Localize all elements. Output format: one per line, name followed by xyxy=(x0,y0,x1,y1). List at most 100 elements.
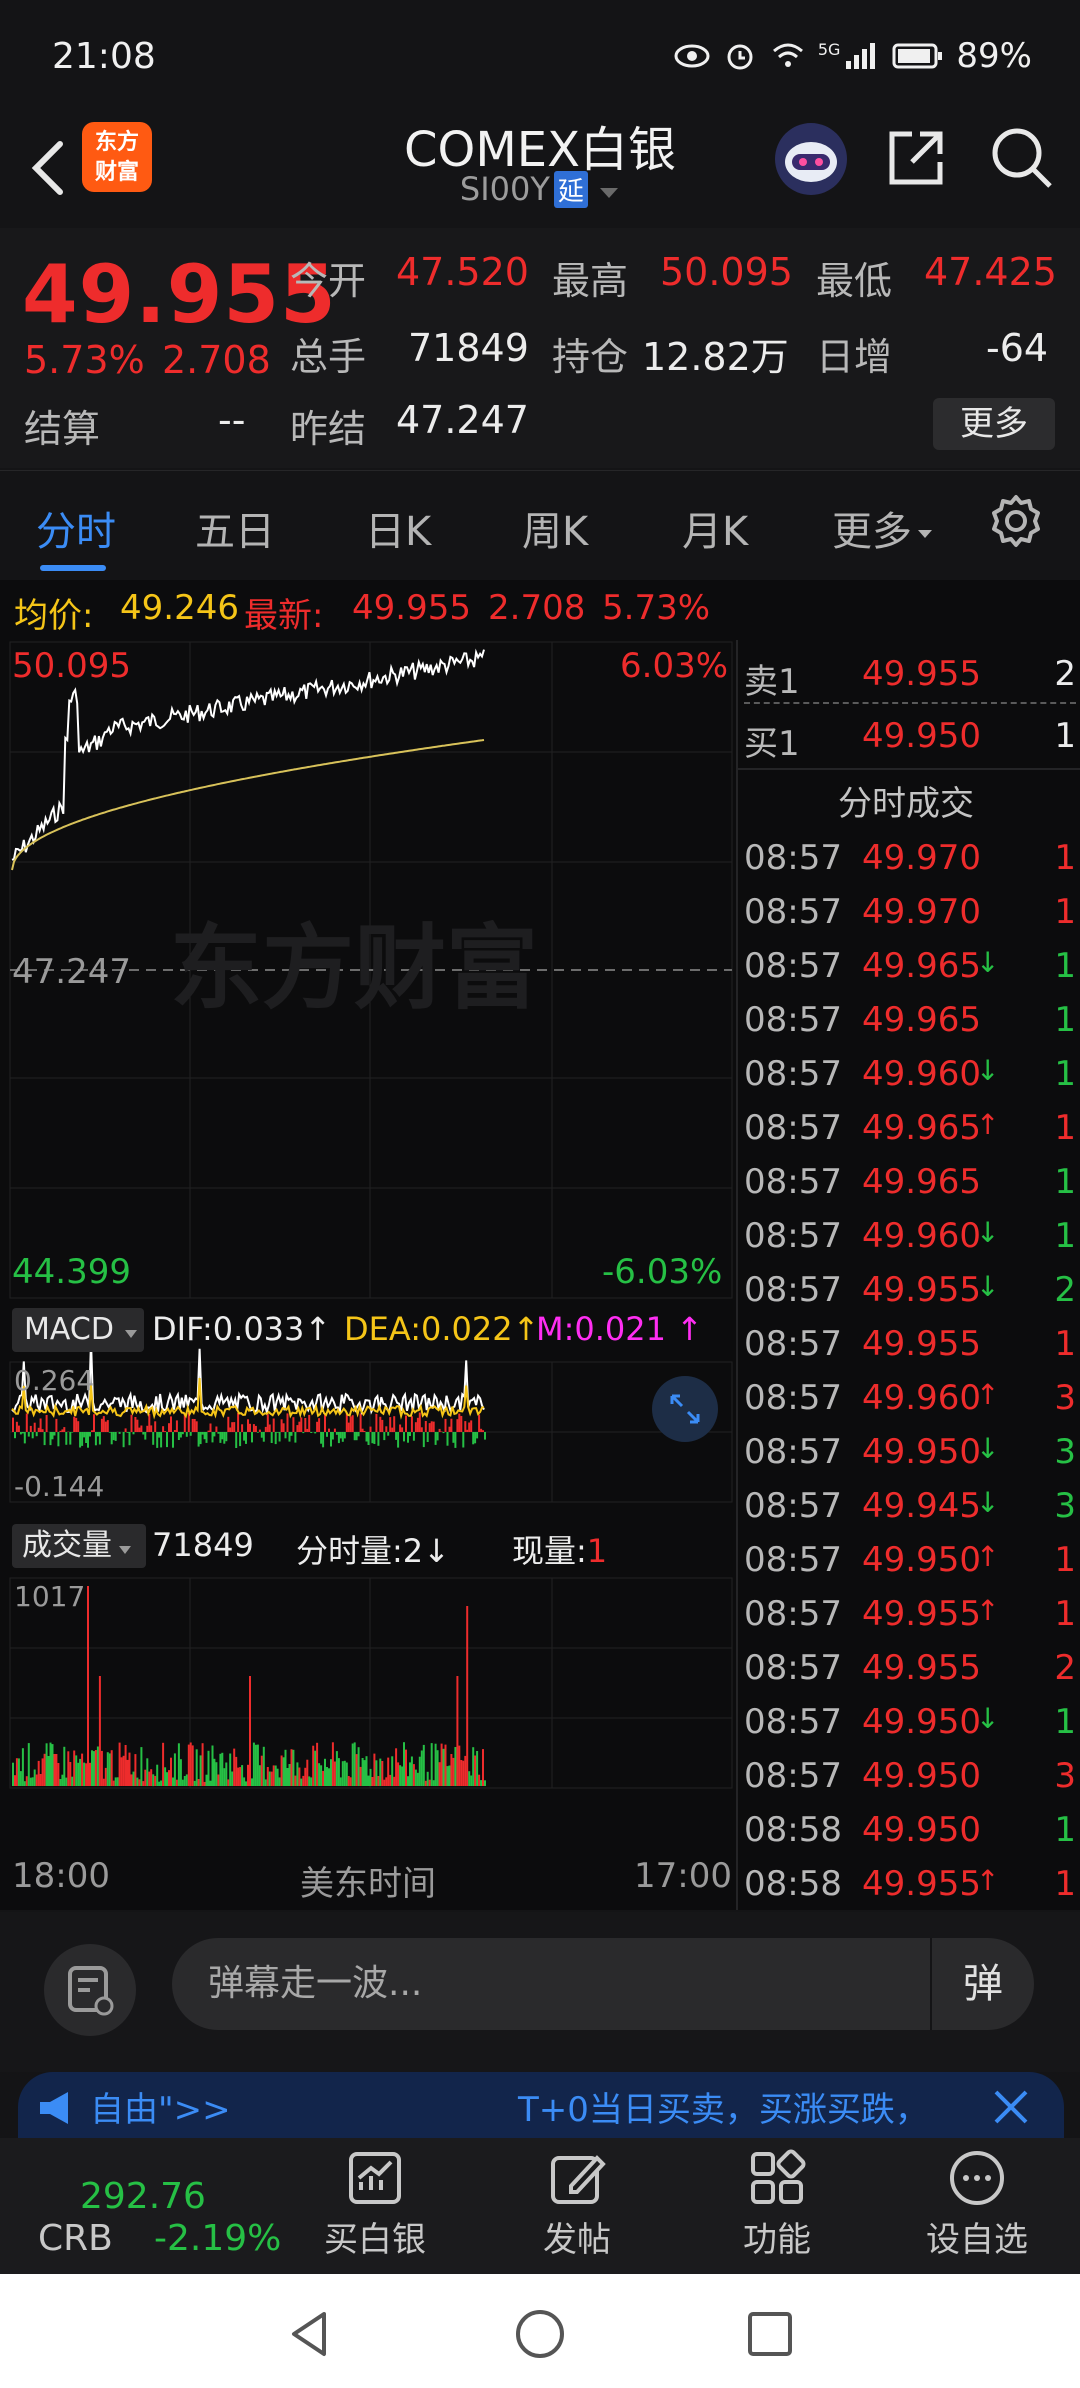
trade-time: 08:58 xyxy=(744,1864,842,1904)
order-book-panel[interactable]: 卖1 49.955 2 买1 49.950 1 分时成交 08:57 49.970… xyxy=(736,640,1080,1910)
macd-bar xyxy=(75,1417,78,1432)
trade-row: 08:58 49.950 1 xyxy=(738,1804,1080,1858)
macd-bar xyxy=(185,1432,188,1437)
volume-bar xyxy=(446,1766,449,1786)
chart-settings-button[interactable] xyxy=(988,493,1044,549)
macd-bar xyxy=(89,1432,91,1437)
macd-bar xyxy=(436,1432,439,1441)
macd-bar xyxy=(241,1424,244,1432)
macd-bar xyxy=(249,1423,251,1432)
intraday-chart-area[interactable]: 东方财富 50.095 6.03% 47.247 44.399 -6.03% M… xyxy=(0,640,736,1910)
macd-bar xyxy=(55,1418,58,1432)
trade-time: 08:57 xyxy=(744,946,842,986)
volume-bar xyxy=(71,1776,74,1786)
macd-bar xyxy=(85,1432,88,1443)
macd-bar xyxy=(57,1432,60,1447)
volume-bar xyxy=(98,1676,101,1786)
volume-bar xyxy=(221,1752,224,1786)
app-logo: 东方 财富 xyxy=(82,122,152,192)
trade-row: 08:57 49.965 1 xyxy=(738,994,1080,1048)
volume-bar xyxy=(112,1780,115,1786)
delay-badge: 延 xyxy=(553,171,588,208)
notice-banner[interactable]: 自由">> T+0当日买卖，买涨买跌， xyxy=(18,2072,1064,2142)
trade-volume: 1 xyxy=(1054,1054,1076,1094)
volume-bar xyxy=(292,1749,295,1786)
danmaku-toggle-button[interactable]: 弹 xyxy=(930,1938,1034,2030)
change-percent: 5.73% xyxy=(24,338,145,382)
add-watchlist-button[interactable]: 设自选 xyxy=(912,2148,1042,2261)
volume-bar xyxy=(73,1750,76,1786)
trade-row: 08:57 49.955 ↓ 2 xyxy=(738,1264,1080,1318)
tab-more[interactable]: 更多 xyxy=(832,499,934,557)
macd-bar xyxy=(456,1419,459,1432)
macd-bar xyxy=(410,1416,413,1432)
trade-row: 08:58 49.955 ↑ 1 xyxy=(738,1858,1080,1912)
trade-price: 49.950 xyxy=(862,1756,981,1796)
trade-price: 49.970 xyxy=(862,892,981,932)
ai-assistant-button[interactable] xyxy=(772,120,850,198)
search-button[interactable] xyxy=(986,122,1056,192)
volume-bar xyxy=(365,1756,368,1786)
notice-close-button[interactable] xyxy=(984,2080,1038,2134)
contract-code-selector[interactable]: SI00Y 延 xyxy=(300,170,780,208)
more-quote-button[interactable]: 更多 xyxy=(933,398,1055,450)
crb-index-widget[interactable]: 292.76 CRB -2.19% xyxy=(0,2138,282,2274)
macd-bar xyxy=(173,1430,176,1432)
back-button[interactable] xyxy=(22,122,82,212)
macd-bar xyxy=(252,1424,255,1432)
tab-intraday[interactable]: 分时 xyxy=(36,499,116,557)
fullscreen-button[interactable] xyxy=(652,1376,718,1442)
volume-bar xyxy=(87,1586,89,1786)
system-home-button[interactable] xyxy=(510,2304,570,2364)
volume-bar xyxy=(146,1758,149,1786)
trades-title: 分时成交 xyxy=(838,784,974,824)
volume-bar xyxy=(347,1776,350,1786)
post-button[interactable]: 发帖 xyxy=(512,2148,642,2261)
macd-bar xyxy=(480,1428,483,1432)
macd-bar xyxy=(387,1432,390,1436)
macd-bar xyxy=(61,1429,64,1432)
danmaku-input[interactable]: 弹幕走一波... 弹 xyxy=(172,1938,1034,2030)
system-recents-button[interactable] xyxy=(740,2304,800,2364)
volume-bar xyxy=(162,1742,165,1786)
tab-daily-k[interactable]: 日K xyxy=(365,499,431,557)
y-axis-bottom: 44.399 xyxy=(12,1252,131,1292)
volume-bar xyxy=(397,1762,400,1786)
crb-change: -2.19% xyxy=(154,2218,282,2259)
tab-monthly-k[interactable]: 月K xyxy=(682,499,748,557)
tab-five-day[interactable]: 五日 xyxy=(195,499,275,557)
macd-bar xyxy=(395,1432,398,1440)
macd-bar xyxy=(53,1432,56,1436)
share-icon xyxy=(889,131,943,185)
trade-row: 08:57 49.955 1 xyxy=(738,1318,1080,1372)
macd-bar xyxy=(306,1428,309,1432)
daily-increase-value: -64 xyxy=(986,326,1049,370)
volume-bar xyxy=(272,1765,275,1786)
trade-time: 08:58 xyxy=(744,1810,842,1850)
volume-bar xyxy=(183,1776,186,1786)
macd-bar xyxy=(144,1432,147,1440)
macd-dea: DEA:0.022↑ xyxy=(344,1310,540,1348)
trade-price: 49.970 xyxy=(862,838,981,878)
buy-silver-button[interactable]: 买白银 xyxy=(310,2148,440,2261)
tab-weekly-k[interactable]: 周K xyxy=(522,499,588,557)
macd-bar xyxy=(399,1424,402,1432)
avg-price-value: 49.246 xyxy=(120,588,239,628)
volume-bar xyxy=(219,1753,222,1786)
volume-bar xyxy=(276,1768,279,1786)
share-button[interactable] xyxy=(882,122,952,192)
system-back-button[interactable] xyxy=(280,2304,340,2364)
bottom-toolbar: 292.76 CRB -2.19% 买白银 发帖 功能 设自选 xyxy=(0,2138,1080,2274)
macd-bar xyxy=(389,1417,392,1432)
comments-button[interactable] xyxy=(44,1944,136,2036)
macd-indicator-selector[interactable]: MACD xyxy=(12,1308,144,1352)
volume-label: 总手 xyxy=(290,335,367,379)
volume-indicator-selector[interactable]: 成交量 xyxy=(12,1524,146,1568)
macd-bar xyxy=(102,1416,105,1432)
macd-bar xyxy=(280,1419,283,1432)
volume-bar xyxy=(302,1775,305,1786)
functions-button[interactable]: 功能 xyxy=(712,2148,842,2261)
volume-bar xyxy=(389,1774,392,1786)
macd-bar xyxy=(462,1432,465,1448)
macd-bar xyxy=(294,1432,297,1443)
